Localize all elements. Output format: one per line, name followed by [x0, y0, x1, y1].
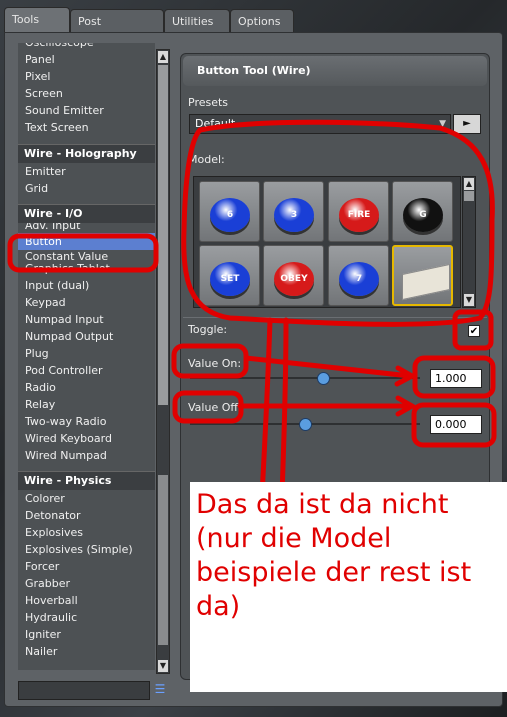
annotation-circle-value-off-label: [172, 390, 244, 424]
annotation-circle-models: [181, 119, 495, 327]
annotation-circle-value-on-input: [412, 355, 496, 399]
annotation-circle-button: [7, 233, 159, 273]
annotation-line-vertical-2: [279, 317, 289, 498]
annotation-circle-value-off-input: [411, 402, 497, 448]
annotation-note: Das da ist da nicht (nur die Model beisp…: [190, 482, 507, 692]
annotation-circle-value-on-label: [171, 343, 249, 379]
